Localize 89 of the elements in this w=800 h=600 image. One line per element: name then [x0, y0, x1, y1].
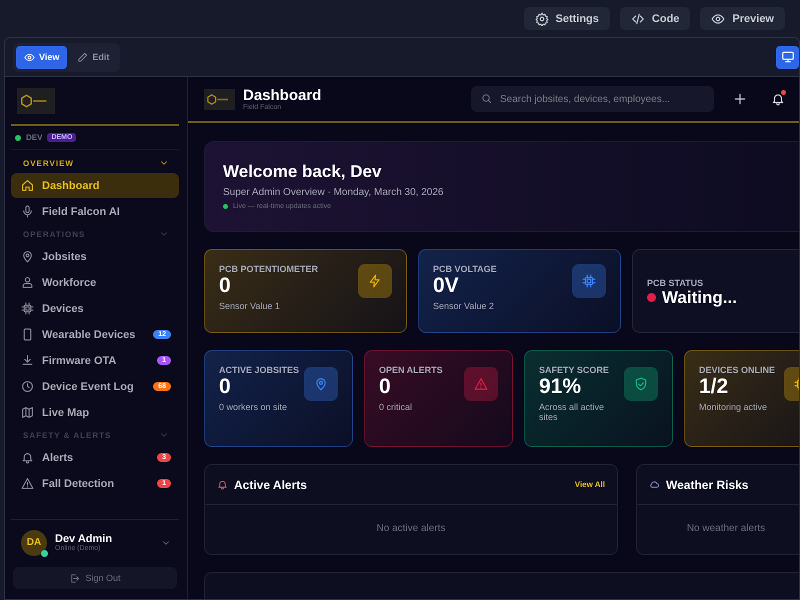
download-icon [21, 354, 34, 367]
people-icon [21, 276, 34, 289]
nav-label: Fall Detection [42, 478, 116, 490]
stat-label: PCB VOLTAGE [433, 264, 497, 274]
stat-label: ACTIVE JOBSITES [219, 365, 300, 375]
empty-message: No weather alerts [686, 522, 766, 534]
home-icon [21, 179, 34, 192]
stat-value: Waiting... [662, 288, 737, 308]
logo-image [204, 88, 235, 110]
page-title: Dashboard [243, 87, 322, 104]
stat-value: 1/2 [699, 375, 728, 400]
warning-icon [21, 477, 34, 490]
logo-image [17, 88, 55, 114]
shield-check-icon [634, 377, 648, 391]
map-pin-icon [21, 250, 34, 263]
status-dot [15, 134, 21, 140]
eye-icon [711, 12, 726, 26]
sign-out-button[interactable]: Sign Out [13, 567, 177, 589]
stat-label: PCB POTENTIOMETER [219, 264, 318, 274]
bell-icon [21, 451, 34, 464]
microphone-icon [21, 205, 34, 218]
nav-item[interactable]: Devices [11, 296, 179, 321]
mode-tab[interactable]: Edit [69, 46, 118, 68]
eye-icon [24, 52, 35, 62]
environment-label: DEV [26, 133, 42, 142]
stat-value: 0 [219, 274, 231, 298]
stat-label: SAFETY SCORE [539, 365, 610, 375]
nav-label: Workforce [42, 276, 98, 288]
nav-label: Jobsites [42, 250, 88, 262]
nav-label: Alerts [42, 452, 74, 464]
bell-icon [771, 92, 785, 106]
pencil-icon [77, 52, 88, 62]
sign-out-icon [69, 572, 80, 584]
code-icon [630, 12, 645, 26]
panel-title: Weather Risks [666, 478, 750, 492]
lightning-icon [368, 274, 382, 288]
nav-label: Device Event Log [42, 380, 135, 392]
nav-label: Devices [42, 302, 85, 314]
nav-label: Field Falcon AI [42, 206, 121, 218]
desktop-view-button[interactable] [776, 46, 799, 68]
welcome-title: Welcome back, Dev [223, 162, 382, 182]
nav-label: Firmware OTA [42, 354, 118, 366]
plus-icon [733, 92, 747, 106]
panel-title: Active Alerts [234, 478, 308, 492]
stat-note: 0 workers on site [219, 402, 288, 412]
nav-item[interactable]: Workforce [11, 270, 179, 295]
stat-value: 91% [539, 375, 582, 400]
map-pin-icon [314, 377, 328, 391]
stat-note: Sensor Value 2 [433, 301, 495, 312]
toolbar-button[interactable]: Code [620, 7, 690, 30]
stat-note: 0 critical [379, 402, 414, 412]
stat-note: Across all active sites [539, 402, 606, 422]
clock-icon [21, 380, 34, 393]
toolbar-button[interactable]: Preview [700, 7, 785, 30]
stat-label: PCB STATUS [647, 278, 704, 288]
live-dot [223, 204, 228, 209]
stat-label: DEVICES ONLINE [699, 365, 776, 375]
user-avatar: DA [21, 530, 47, 556]
nav-label: Wearable Devices [42, 328, 136, 340]
nav-item[interactable]: Field Falcon AI [11, 199, 179, 224]
map-icon [21, 406, 34, 419]
mode-tab[interactable]: View [16, 46, 68, 68]
empty-message: No active alerts [376, 522, 446, 534]
chip-icon [582, 274, 596, 288]
phone-icon [21, 328, 34, 341]
nav-item[interactable]: Jobsites [11, 244, 179, 269]
chip-icon [21, 302, 34, 315]
toolbar-button[interactable]: Settings [524, 7, 610, 30]
stat-note: Sensor Value 1 [219, 301, 281, 312]
nav-item[interactable]: Live Map [11, 400, 179, 425]
warning-icon [474, 377, 488, 391]
monitor-icon [780, 50, 794, 64]
view-all-link[interactable]: View All [574, 480, 605, 489]
stat-value: 0 [219, 375, 231, 400]
stat-label: OPEN ALERTS [379, 365, 444, 375]
stat-note: Monitoring active [699, 402, 768, 412]
bell-icon [217, 479, 228, 490]
nav-item[interactable]: Dashboard [11, 173, 179, 198]
section-title: OVERVIEW [23, 158, 74, 168]
search-field[interactable]: Search jobsites, devices, employees... [471, 86, 714, 112]
nav-label: Dashboard [42, 180, 100, 192]
cloud-icon [649, 479, 660, 490]
settings-icon [534, 12, 548, 26]
stat-value: 0V [433, 274, 459, 298]
user-name: Dev Admin [55, 533, 114, 545]
welcome-subtitle: Super Admin Overview · Monday, March 30, 2026 [223, 187, 444, 198]
nav-label: Live Map [42, 406, 90, 418]
stat-value: 0 [379, 375, 391, 400]
section-header[interactable]: OVERVIEW [11, 154, 179, 172]
